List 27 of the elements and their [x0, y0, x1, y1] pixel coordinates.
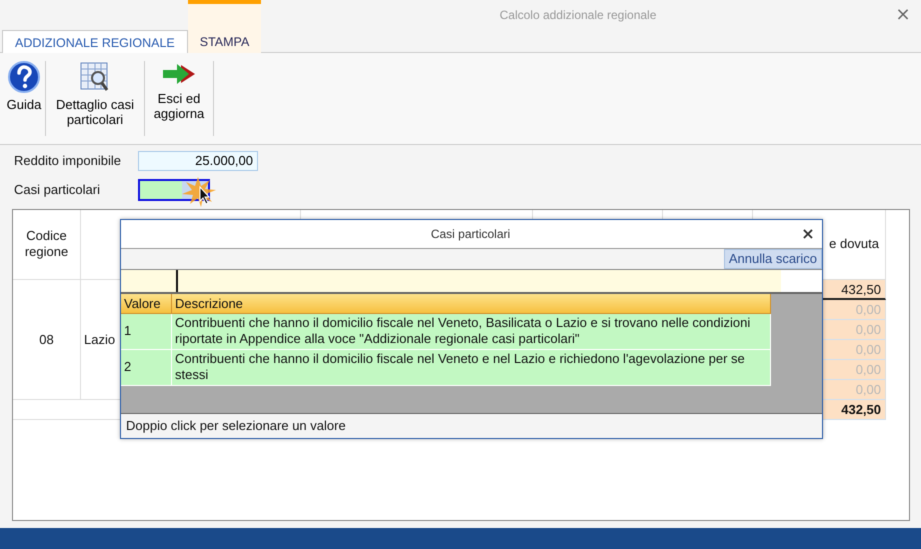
tab[interactable]: STAMPA — [188, 0, 262, 53]
dialog-title: Casi particolari — [430, 226, 510, 241]
column-header: Descrizione — [172, 294, 771, 314]
filter-field[interactable] — [178, 270, 781, 292]
table-cell[interactable]: 1 — [121, 314, 172, 350]
column-header: Valore — [121, 294, 172, 314]
tab[interactable]: ADDIZIONALE REGIONALE — [2, 30, 188, 54]
close-button[interactable]: × — [893, 4, 913, 24]
toolbar-button[interactable]: Guida — [4, 61, 44, 144]
table-cell[interactable]: Contribuenti che hanno il domicilio fiscale nel Veneto e nel Lazio e richiedono l'agevolazione per se stessi — [172, 350, 771, 386]
table-cell: 08 — [13, 280, 81, 400]
window-title: Calcolo addizionale regionale — [500, 7, 656, 24]
toolbar-button[interactable]: Dettaglio casi particolari — [47, 61, 143, 144]
help-icon — [8, 61, 40, 93]
close-button[interactable]: × — [794, 223, 822, 244]
field-label: Reddito imponibile — [14, 153, 122, 168]
toolbar-button[interactable]: Esci ed aggiorna — [146, 61, 212, 144]
table-cell[interactable]: Contribuenti che hanno il domicilio fiscale nel Veneto, Basilicata o Lazio e si trovano nelle condizioni riportate in Appendice alla voce "Addizionale regionale casi particolari" — [172, 314, 771, 350]
table-search-icon — [79, 61, 111, 93]
table-cell[interactable]: 2 — [121, 350, 172, 386]
income-field[interactable]: 25.000,00 — [138, 150, 258, 171]
filter-field[interactable] — [121, 270, 178, 292]
column-header: Codice regione — [13, 210, 81, 280]
arrow-icon — [161, 61, 197, 87]
field-label: Casi particolari — [14, 182, 101, 198]
cancel-button[interactable]: Annulla scarico — [724, 248, 822, 269]
hint-text: Doppio click per selezionare un valore — [125, 416, 347, 435]
